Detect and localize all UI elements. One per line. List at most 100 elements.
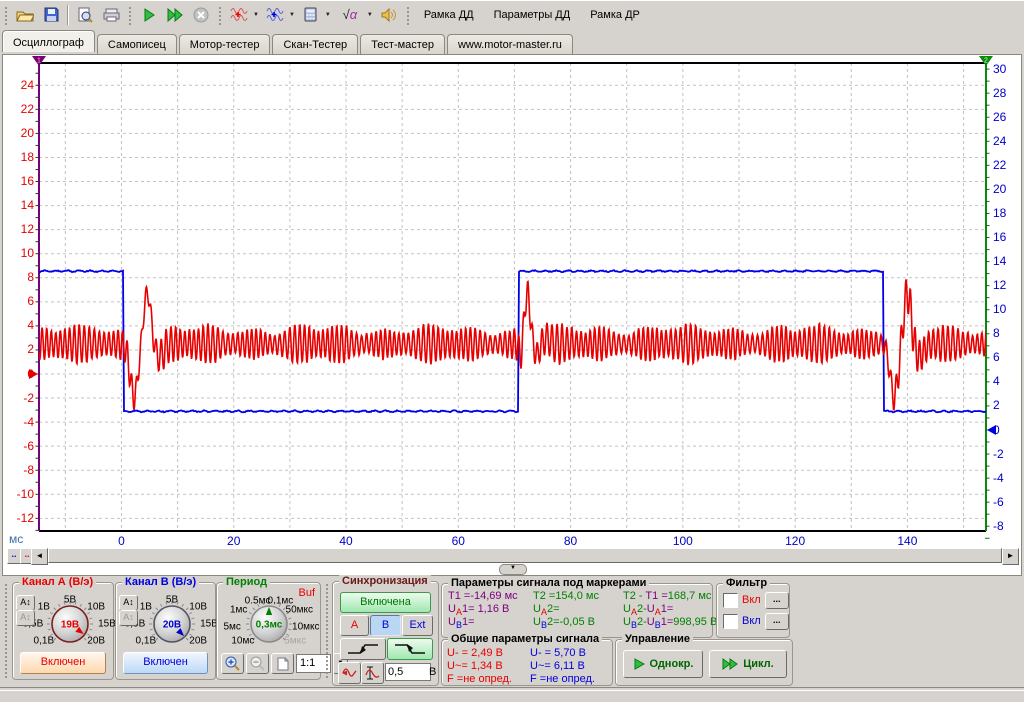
new-page-button[interactable] xyxy=(271,653,294,674)
sound-button[interactable] xyxy=(376,2,402,28)
dropdown-arrow-icon[interactable]: ▼ xyxy=(367,12,373,18)
channel-a-autoscale2-button[interactable]: A↕ xyxy=(16,610,35,626)
control-title: Управление xyxy=(622,633,693,645)
dropdown-arrow-icon[interactable]: ▼ xyxy=(253,12,259,18)
marker-measurements-panel: Параметры сигнала под маркерами T1 =-14,… xyxy=(441,583,713,638)
open-folder-button[interactable] xyxy=(12,2,38,28)
axis-tick-label: 4 xyxy=(993,375,1021,388)
filter-a-checkbox[interactable] xyxy=(723,593,738,608)
knob-scale-label: 5мкс xyxy=(284,635,306,646)
axis-tick-label: 20 xyxy=(5,127,34,140)
knob-scale-label: 1В xyxy=(38,602,50,613)
sync-title: Синхронизация xyxy=(339,575,431,587)
panel-grip[interactable] xyxy=(3,582,9,678)
toolbar-grip[interactable] xyxy=(217,5,223,25)
axis-tick-label: 100 xyxy=(668,535,698,548)
save-button[interactable] xyxy=(38,2,64,28)
tab-motor-tester[interactable]: Мотор-тестер xyxy=(179,34,271,54)
single-run-button[interactable]: Однокр. xyxy=(623,650,703,678)
open-folder-icon xyxy=(16,8,34,22)
knob-scale-label: 5В xyxy=(64,595,76,606)
trigger-level-input[interactable] xyxy=(385,663,431,681)
channel-a-power-button[interactable]: Включен xyxy=(20,652,106,674)
channel-b-power-button[interactable]: Включен xyxy=(123,652,208,674)
sync-source-ext-button[interactable]: Ext xyxy=(402,615,433,636)
menu-ramka-dd[interactable]: Рамка ДД xyxy=(414,6,484,24)
axis-tick-label: 12 xyxy=(5,223,34,236)
axis-tick-label: 8 xyxy=(5,271,34,284)
zoom-in-icon xyxy=(225,656,240,671)
dropdown-arrow-icon[interactable]: ▼ xyxy=(325,12,331,18)
measurement-value: T2 - T1 =168,7 мс xyxy=(623,590,717,603)
print-button[interactable] xyxy=(98,2,124,28)
zoom-in-button[interactable] xyxy=(221,653,244,674)
formula-button[interactable]: √α xyxy=(334,2,366,28)
tab-test-master[interactable]: Тест-мастер xyxy=(360,34,445,54)
calculator-button[interactable] xyxy=(298,2,324,28)
horizontal-scrollbar[interactable]: ◄ ► xyxy=(31,548,1019,563)
cycle-run-button[interactable]: Цикл. xyxy=(709,650,787,678)
toolbar-grip[interactable] xyxy=(127,5,133,25)
axis-tick-label: 16 xyxy=(5,175,34,188)
trigger-position-mode-button[interactable] xyxy=(361,662,384,684)
channel-b-autoscale-button[interactable]: A↕ xyxy=(119,595,138,611)
menu-ramka-dr[interactable]: Рамка ДР xyxy=(580,6,650,24)
period-panel: Период Buf 0,3мс10мс5мс1мс0.5мс0.1мс50мк… xyxy=(216,582,321,680)
marker-1-handle[interactable]: 1 xyxy=(32,56,46,66)
falling-edge-button[interactable] xyxy=(387,638,433,660)
axis-tick-label: 18 xyxy=(993,207,1021,220)
tab-motor-master-site[interactable]: www.motor-master.ru xyxy=(447,34,573,54)
channel-a-title: Канал А (В/э) xyxy=(19,576,96,588)
toolbar-grip[interactable] xyxy=(3,5,9,25)
period-title: Период xyxy=(223,576,270,588)
tab-samopisec[interactable]: Самописец xyxy=(97,34,177,54)
common-params-channel-b: U- = 5,70 ВU~= 6,11 ВF =не опред. xyxy=(530,647,595,686)
knob-scale-label: 10В xyxy=(87,602,105,613)
marker-a-dots-button[interactable]: .. xyxy=(7,548,21,564)
rising-edge-button[interactable] xyxy=(340,638,386,660)
toolbar-grip[interactable] xyxy=(405,5,411,25)
filter-a-settings-button[interactable]: ... xyxy=(765,592,789,609)
marker-2-handle[interactable]: 2 xyxy=(979,56,993,66)
period-knob[interactable]: 0,3мс10мс5мс1мс0.5мс0.1мс50мкс10мкс5мкс xyxy=(217,593,320,653)
dropdown-arrow-icon[interactable]: ▼ xyxy=(289,12,295,18)
scroll-left-arrow[interactable]: ◄ xyxy=(31,548,48,565)
knob-scale-label: 0,1В xyxy=(34,635,55,646)
tab-oscillograf[interactable]: Осциллограф xyxy=(2,30,95,52)
stop-icon xyxy=(193,7,209,23)
axis-tick-label: 22 xyxy=(993,159,1021,172)
scroll-right-arrow[interactable]: ► xyxy=(1002,548,1019,565)
sync-source-b-button[interactable]: В xyxy=(370,615,401,636)
axis-tick-label: 8 xyxy=(993,327,1021,340)
channel-a-autoscale-button[interactable]: A↕ xyxy=(16,595,35,611)
channel-b-autoscale2-button[interactable]: A↕ xyxy=(119,610,138,626)
print-icon xyxy=(103,8,120,22)
filter-b-settings-button[interactable]: ... xyxy=(765,613,789,630)
axis-tick-label: 14 xyxy=(993,255,1021,268)
trigger-level-mode-button[interactable] xyxy=(338,662,361,684)
zoom-out-button[interactable] xyxy=(246,653,269,674)
sync-enabled-button[interactable]: Включена xyxy=(340,592,431,613)
axis-tick-label: -2 xyxy=(5,392,34,405)
knob-scale-label: 0,1В xyxy=(136,635,157,646)
add-red-trace-button[interactable] xyxy=(226,2,252,28)
scroll-thumb[interactable] xyxy=(48,548,1002,563)
axis-tick-label: -4 xyxy=(5,416,34,429)
knob-value: 0,3мс xyxy=(256,620,283,631)
knob-scale-label: 1В xyxy=(140,602,152,613)
add-blue-trace-button[interactable] xyxy=(262,2,288,28)
print-preview-button[interactable] xyxy=(72,2,98,28)
start-cycle-button[interactable] xyxy=(162,2,188,28)
panel-grip[interactable] xyxy=(324,582,330,678)
knob-scale-label: 15В xyxy=(98,619,116,630)
collapse-panel-button[interactable]: ▼ xyxy=(499,564,527,575)
tab-skan-tester[interactable]: Скан-Тестер xyxy=(272,34,358,54)
sync-source-a-button[interactable]: А xyxy=(340,615,369,636)
rising-edge-icon xyxy=(346,642,380,656)
start-button[interactable] xyxy=(136,2,162,28)
stop-button[interactable] xyxy=(188,2,214,28)
menu-parametry-dd[interactable]: Параметры ДД xyxy=(484,6,581,24)
channel-a-panel: Канал А (В/э) 19В0,1В0,5В1В5В10В15В20В A… xyxy=(12,582,114,680)
filter-b-checkbox[interactable] xyxy=(723,614,738,629)
knob-scale-label: 5мс xyxy=(223,621,240,632)
